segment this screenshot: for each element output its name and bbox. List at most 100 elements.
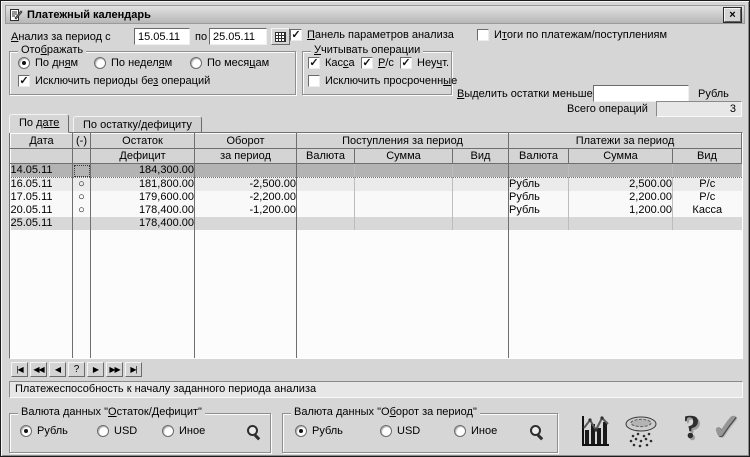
cell-income-kind [452,204,509,217]
date-from-input[interactable] [134,28,190,45]
checkbox-label: Р/с [378,57,394,69]
cell-income-sum [354,217,453,230]
cell-income-kind [452,163,509,178]
checkbox-label: Панель параметров анализа [307,29,454,41]
cell-balance: 178,400.00 [90,217,195,230]
cell-date: 17.05.11 [10,191,73,204]
checkbox-bank-account[interactable]: ✓ Р/с [361,57,394,69]
col-header-deficit: Дефицит [90,148,195,164]
checkbox-label: Касса [325,57,355,69]
highlight-balance-input[interactable] [593,85,689,102]
close-icon[interactable]: × [724,7,741,22]
cell-balance: 178,400.00 [90,204,195,217]
table-row[interactable]: 16.05.11 ○ 181,800.00 -2,500.00 Рубль 2,… [10,177,742,191]
date-to-input[interactable] [209,28,267,45]
nav-first-button[interactable]: |◀ [11,362,28,377]
radio-button [190,57,202,69]
table-row[interactable]: 20.05.11 ○ 178,400.00 -1,200.00 Рубль 1,… [10,204,742,217]
cell-payment-sum: 2,500.00 [568,177,673,191]
checkbox-label: Исключить периоды без операций [35,75,211,87]
radio-balance-other[interactable]: Иное [162,425,205,437]
cell-payment-kind: Касса [672,204,742,217]
operations-group: Учитывать операции ✓ Касса ✓ Р/с ✓ Неучт… [302,44,457,95]
radio-turnover-ruble[interactable]: Рубль [295,425,343,437]
calendar-button[interactable] [271,28,290,45]
col-header-date: Дата [10,133,73,149]
nav-last-button[interactable]: ▶| [125,362,142,377]
checkbox-box: ✓ [400,57,412,69]
cell-marker: ○ [72,177,91,191]
cell-payment-currency: Рубль [508,191,569,204]
col-header-payment-currency: Валюта [508,148,569,164]
nav-fast-forward-button[interactable]: ▶▶ [106,362,123,377]
nav-forward-button[interactable]: ▶ [87,362,104,377]
checkbox-cash[interactable]: ✓ Касса [308,57,355,69]
cell-turnover: -2,500.00 [194,177,297,191]
window-title: Платежный календарь [27,8,151,21]
highlight-balance-label: Выделить остатки меньше [457,88,593,100]
checkbox-analysis-panel[interactable]: ✓ Панель параметров анализа [290,29,454,41]
radio-label: Рубль [312,425,343,437]
radio-label: По дням [35,57,79,69]
radio-label: USD [397,425,421,437]
balance-currency-group: Валюта данных "Остаток/Дефицит" Рубль US… [9,406,271,453]
total-operations-value: 3 [656,101,742,117]
payment-calendar-window: Платежный календарь × Анализ за период с… [0,0,750,457]
cell-income-currency [296,217,355,230]
checkbox-label: Исключить просроченные [325,75,458,87]
radio-by-months[interactable]: По месяцам [190,57,269,69]
cell-payment-kind [672,163,742,178]
radio-button [18,57,30,69]
cell-income-kind [452,191,509,204]
chart-icon[interactable] [579,413,611,449]
col-group-payments: Платежи за период [508,133,742,149]
table-row[interactable]: 14.05.11 184,300.00 [10,163,742,178]
tab-by-date[interactable]: По дате [9,114,70,133]
radio-balance-usd[interactable]: USD [97,425,137,437]
radio-by-days[interactable]: По дням [18,57,78,69]
radio-button [162,425,174,437]
cell-turnover: -2,200.00 [194,191,297,204]
radio-button [380,425,392,437]
nav-fast-back-button[interactable]: ◀◀ [30,362,47,377]
table-row[interactable]: 17.05.11 ○ 179,600.00 -2,200.00 Рубль 2,… [10,191,742,204]
analysis-period-label: Анализ за период с [11,31,111,43]
checkbox-payment-totals[interactable]: Итоги по платежам/поступлениям [477,29,667,41]
cell-income-kind [452,177,509,191]
checkbox-box: ✓ [361,57,373,69]
radio-label: Иное [471,425,498,437]
cell-payment-currency [508,163,569,178]
cell-income-currency [296,204,355,217]
cell-payment-sum: 2,200.00 [568,191,673,204]
tab-by-balance-deficit[interactable]: По остатку/дефициту [73,116,202,133]
checkbox-exclude-empty-periods[interactable]: ✓ Исключить периоды без операций [18,75,210,87]
radio-label: USD [114,425,138,437]
nav-help-button[interactable]: ? [68,362,85,377]
radio-turnover-usd[interactable]: USD [380,425,420,437]
calendar-icon [275,31,286,42]
turnover-currency-group: Валюта данных "Оборот за период" Рубль U… [282,406,558,453]
cell-marker: ○ [72,204,91,217]
radio-by-weeks[interactable]: По неделям [94,57,172,69]
cell-payment-kind: Р/с [672,191,742,204]
checkbox-exclude-overdue[interactable]: Исключить просроченные [308,75,457,87]
confirm-icon[interactable]: ✓ [711,407,741,447]
balance-currency-group-title: Валюта данных "Остаток/Дефицит" [18,406,205,418]
nav-back-button[interactable]: ◀ [49,362,66,377]
table-row[interactable]: 25.05.11 178,400.00 [10,217,742,230]
radio-turnover-other[interactable]: Иное [454,425,497,437]
cell-payment-sum: 1,200.00 [568,204,673,217]
display-group-title: Отображать [18,44,87,56]
coins-icon[interactable] [621,415,661,449]
cell-turnover: -1,200.00 [194,204,297,217]
checkbox-unaccounted[interactable]: ✓ Неучт. [400,57,449,69]
col-header-income-sum: Сумма [354,148,453,164]
col-header-payment-kind: Вид [672,148,742,164]
cell-income-sum [354,191,453,204]
radio-balance-ruble[interactable]: Рубль [20,425,68,437]
cell-income-kind [452,217,509,230]
checkbox-box [477,29,489,41]
col-header-income-kind: Вид [452,148,509,164]
operations-group-title: Учитывать операции [311,44,424,56]
help-icon[interactable]: ? [683,409,700,447]
